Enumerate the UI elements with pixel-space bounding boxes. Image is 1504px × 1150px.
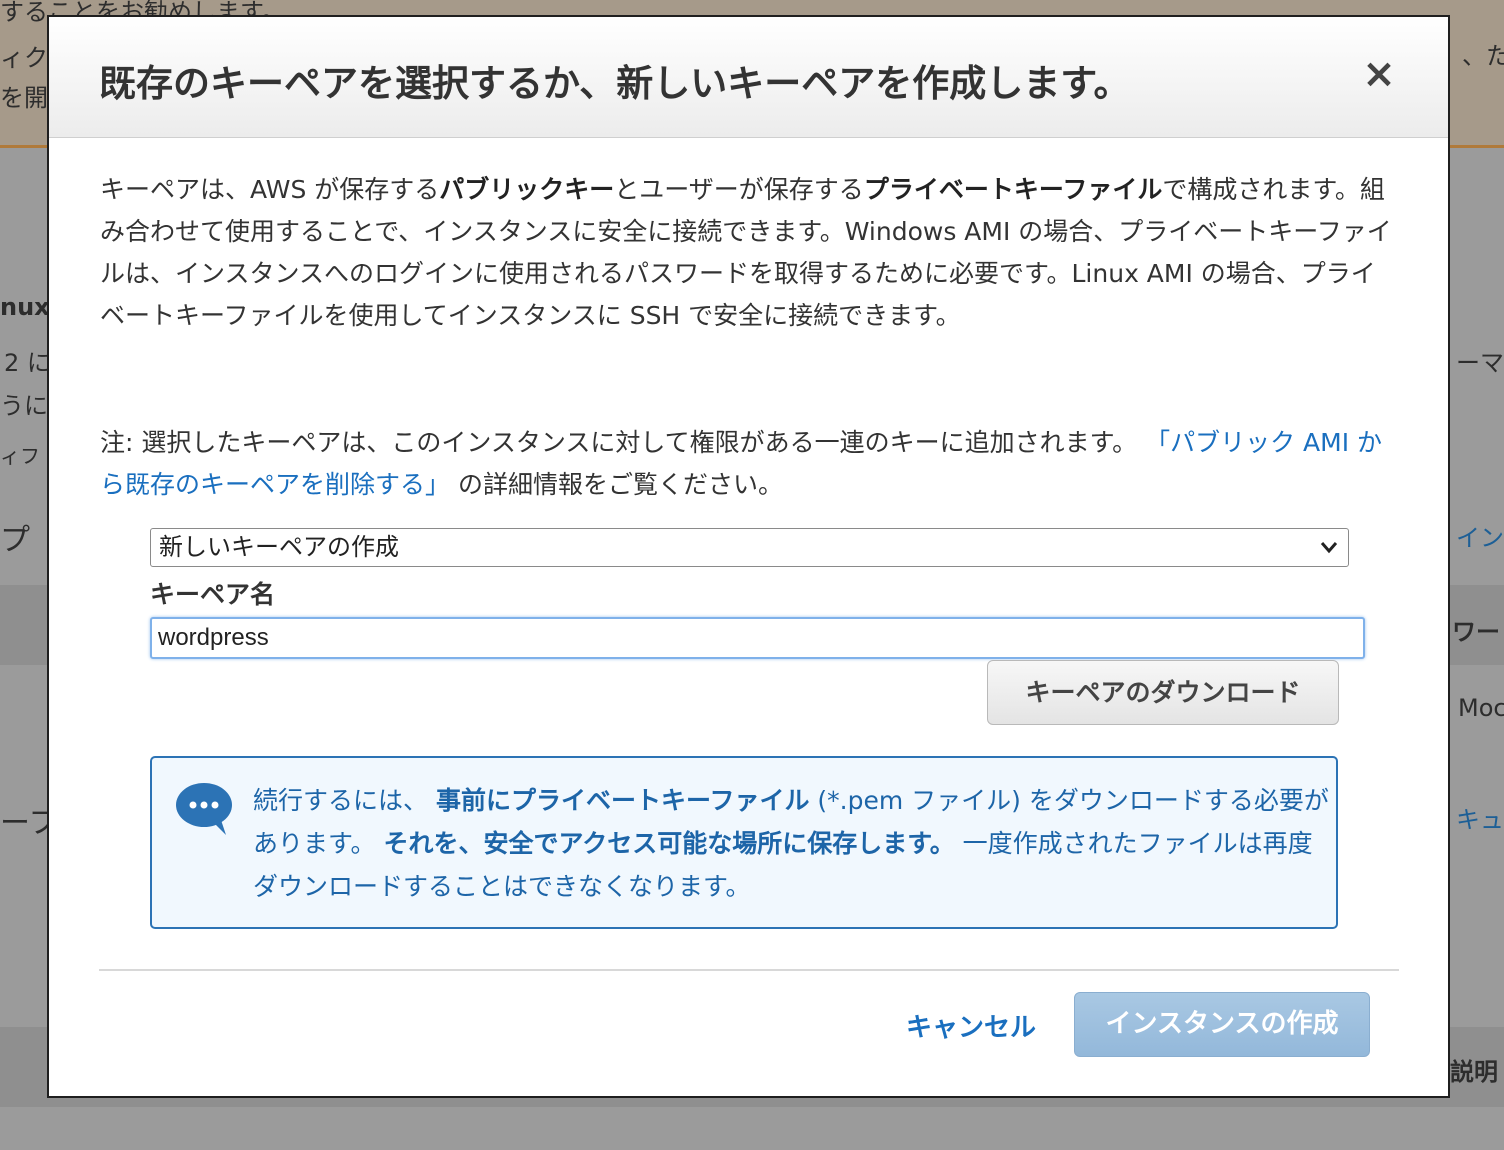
info-alert-text: 続行するには、 事前にプライベートキーファイル (*.pem ファイル) をダウ… [253, 779, 1333, 908]
background-text: インス [1456, 524, 1504, 552]
description-text: とユーザーが保存する [614, 175, 864, 204]
background-text: うに [0, 392, 48, 420]
background-text: キュ [1456, 806, 1504, 834]
dialog-header: 既存のキーペアを選択するか、新しいキーペアを作成します。 × [49, 17, 1448, 138]
background-text: を開 [0, 84, 48, 112]
background-text: ワー [1452, 618, 1500, 646]
download-key-pair-button[interactable]: キーペアのダウンロード [987, 660, 1339, 725]
background-text: ィフ [0, 444, 40, 468]
background-text: 、た [1462, 42, 1504, 70]
note-text: の詳細情報をご覧ください。 [450, 470, 783, 499]
close-icon[interactable]: × [1362, 54, 1396, 94]
key-pair-name-label: キーペア名 [150, 580, 276, 609]
chevron-down-icon [1316, 529, 1342, 566]
key-pair-select[interactable]: 新しいキーペアの作成 [150, 528, 1349, 567]
description-bold-public-key: パブリックキー [439, 175, 615, 204]
info-alert: 続行するには、 事前にプライベートキーファイル (*.pem ファイル) をダウ… [150, 756, 1338, 929]
info-bold-text: それを、安全でアクセス可能な場所に保存します。 [383, 829, 955, 858]
background-text: プ [0, 523, 30, 558]
background-text: ィク [0, 44, 48, 72]
chat-bubble-icon [174, 781, 234, 837]
background-text: 説明 [1450, 1058, 1498, 1086]
background-text: ーマ [1456, 349, 1504, 377]
background-text: 2 に [4, 349, 51, 377]
dialog-title: 既存のキーペアを選択するか、新しいキーペアを作成します。 [99, 62, 1131, 105]
background-text: Moc [1458, 694, 1504, 722]
background-text: nux [0, 293, 50, 321]
note-text: 注: 選択したキーペアは、このインスタンスに対して権限がある一連のキーに追加され… [100, 428, 1146, 457]
key-pair-select-value: 新しいキーペアの作成 [159, 533, 399, 561]
info-text: 続行するには、 [253, 786, 436, 815]
footer-divider [99, 969, 1399, 971]
dialog-note: 注: 選択したキーペアは、このインスタンスに対して権限がある一連のキーに追加され… [100, 422, 1390, 506]
description-bold-private-key: プライベートキーファイル [863, 175, 1163, 204]
key-pair-dialog: 既存のキーペアを選択するか、新しいキーペアを作成します。 × キーペアは、AWS… [47, 15, 1450, 1098]
key-pair-name-input[interactable]: wordpress [150, 617, 1365, 659]
info-bold-text: 事前にプライベートキーファイル [435, 786, 810, 815]
cancel-button[interactable]: キャンセル [906, 1007, 1036, 1044]
description-text: キーペアは、AWS が保存する [100, 175, 440, 204]
create-instance-button[interactable]: インスタンスの作成 [1074, 992, 1370, 1057]
dialog-description: キーペアは、AWS が保存するパブリックキーとユーザーが保存するプライベートキー… [100, 169, 1400, 337]
